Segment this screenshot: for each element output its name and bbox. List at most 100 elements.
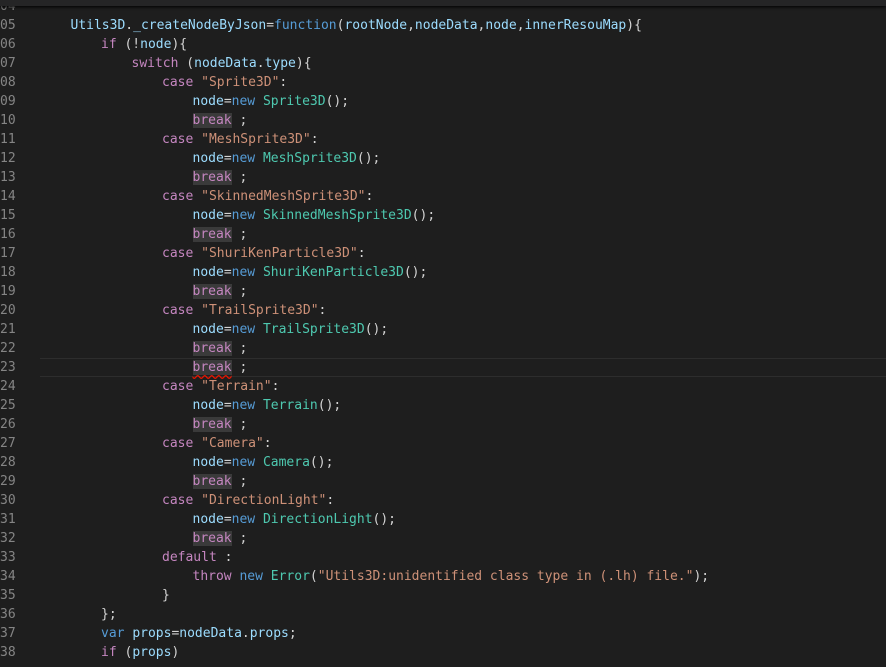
line-number: 26 — [0, 417, 16, 432]
code-line[interactable]: 36}; — [0, 605, 886, 624]
line-number: 16 — [0, 227, 16, 242]
code-text[interactable]: break ; — [192, 111, 247, 130]
code-token-keyword: new — [231, 94, 256, 109]
code-line[interactable]: 05 Utils3D._createNodeByJson=function(roo… — [0, 16, 886, 35]
code-text[interactable]: break ; — [192, 415, 247, 434]
code-line[interactable]: 09 node=new Sprite3D(); — [0, 92, 886, 111]
code-text[interactable]: } — [162, 586, 170, 605]
line-number: 28 — [0, 455, 16, 470]
code-text[interactable]: node=new TrailSprite3D(); — [193, 320, 389, 339]
code-token-plain: ; — [288, 626, 297, 641]
line-number: 34 — [0, 569, 16, 584]
code-lines[interactable]: 04 05 Utils3D._createNodeByJson=function(r… — [0, 0, 886, 662]
code-text[interactable]: throw new Error("Utils3D:unidentified cl… — [193, 567, 710, 586]
code-line[interactable]: 11 case "MeshSprite3D": — [0, 130, 886, 149]
code-line[interactable]: 35} — [0, 586, 886, 605]
code-text[interactable]: case "ShuriKenParticle3D": — [162, 244, 366, 263]
code-token-plain: : — [326, 493, 335, 508]
code-text[interactable]: switch (nodeData.type){ — [132, 54, 312, 73]
code-line[interactable]: 14 case "SkinnedMeshSprite3D": — [0, 187, 886, 206]
code-line[interactable]: 18 node=new ShuriKenParticle3D(); — [0, 263, 886, 282]
code-text[interactable]: case "DirectionLight": — [162, 491, 334, 510]
code-text[interactable]: break ; — [192, 529, 247, 548]
code-text[interactable]: node=new Sprite3D(); — [193, 92, 350, 111]
code-text[interactable]: case "SkinnedMeshSprite3D": — [162, 187, 373, 206]
code-text[interactable]: node=new MeshSprite3D(); — [193, 149, 381, 168]
code-text[interactable]: break ; — [192, 282, 247, 301]
code-text[interactable]: break ; — [192, 472, 247, 491]
code-text[interactable]: break ; — [192, 339, 247, 358]
code-token-variable: node — [192, 512, 224, 527]
code-text[interactable]: var props=nodeData.props; — [101, 624, 297, 643]
code-line[interactable]: 27 case "Camera": — [0, 434, 886, 453]
code-token-plain: : — [365, 189, 374, 204]
code-line[interactable]: 34 throw new Error("Utils3D:unidentified … — [0, 567, 886, 586]
code-line[interactable]: 24 case "Terrain": — [0, 377, 886, 396]
code-line[interactable]: 29 break ; — [0, 472, 886, 491]
code-text[interactable]: case "TrailSprite3D": — [162, 301, 326, 320]
code-line[interactable]: 37 var props=nodeData.props; — [0, 624, 886, 643]
code-text[interactable]: case "MeshSprite3D": — [162, 130, 319, 149]
code-line[interactable]: 07 switch (nodeData.type){ — [0, 54, 886, 73]
code-text[interactable]: break ; — [192, 225, 247, 244]
code-text[interactable]: case "Sprite3D": — [162, 73, 287, 92]
code-token-string: "Terrain" — [201, 379, 272, 394]
code-text[interactable]: node=new Terrain(); — [193, 396, 342, 415]
code-token-class: Terrain — [262, 398, 318, 413]
code-text[interactable]: break ; — [192, 168, 247, 187]
code-line[interactable]: 15 node=new SkinnedMeshSprite3D(); — [0, 206, 886, 225]
code-text[interactable]: break ; — [192, 358, 248, 377]
code-text[interactable]: default : — [162, 548, 232, 567]
code-line[interactable]: 22 break ; — [0, 339, 886, 358]
code-token-plain: ){ — [295, 56, 312, 71]
code-text[interactable]: case "Camera": — [162, 434, 272, 453]
code-line[interactable]: 30 case "DirectionLight": — [0, 491, 886, 510]
code-token-plain: : — [357, 246, 366, 261]
code-line[interactable]: 38 if (props) — [0, 643, 886, 662]
code-text[interactable]: }; — [101, 605, 117, 624]
code-line[interactable]: 33 default : — [0, 548, 886, 567]
code-token-control: case — [162, 303, 194, 318]
code-line[interactable]: 26 break ; — [0, 415, 886, 434]
code-text[interactable]: case "Terrain": — [162, 377, 279, 396]
code-token-string: "Sprite3D" — [201, 75, 280, 90]
code-text[interactable]: if (props) — [101, 643, 179, 662]
code-line[interactable]: 08 case "Sprite3D": — [0, 73, 886, 92]
code-line[interactable]: 12 node=new MeshSprite3D(); — [0, 149, 886, 168]
code-token-plain: } — [162, 588, 170, 603]
code-line[interactable]: 32 break ; — [0, 529, 886, 548]
code-token-variable: node — [192, 398, 224, 413]
code-text[interactable]: node=new DirectionLight(); — [193, 510, 397, 529]
code-token-plain: (); — [325, 94, 350, 109]
code-line[interactable]: 28 node=new Camera(); — [0, 453, 886, 472]
code-line[interactable]: 21 node=new TrailSprite3D(); — [0, 320, 886, 339]
code-line[interactable]: 17 case "ShuriKenParticle3D": — [0, 244, 886, 263]
code-token-plain: , — [407, 18, 415, 33]
code-text[interactable]: if (!node){ — [101, 35, 187, 54]
code-text[interactable]: node=new ShuriKenParticle3D(); — [193, 263, 428, 282]
code-line[interactable]: 20 case "TrailSprite3D": — [0, 301, 886, 320]
code-token-plain: (); — [372, 512, 397, 527]
code-token-plain: : — [216, 550, 233, 565]
code-line[interactable]: 25 node=new Terrain(); — [0, 396, 886, 415]
code-token-control: case — [162, 189, 194, 204]
code-token-plain: ; — [231, 360, 248, 375]
code-line[interactable]: 23 break ; — [0, 358, 886, 377]
code-line[interactable]: 10 break ; — [0, 111, 886, 130]
code-line[interactable]: 13 break ; — [0, 168, 886, 187]
code-text[interactable]: node=new Camera(); — [193, 453, 334, 472]
code-token-plain: , — [516, 18, 525, 33]
code-line[interactable]: 31 node=new DirectionLight(); — [0, 510, 886, 529]
code-editor[interactable]: 04 05 Utils3D._createNodeByJson=function(r… — [0, 0, 886, 667]
code-token-variable: nodeData — [194, 56, 257, 71]
code-line[interactable]: 06 if (!node){ — [0, 35, 886, 54]
code-text[interactable]: Utils3D._createNodeByJson=function(rootN… — [71, 16, 642, 35]
code-token-keyword: new — [231, 512, 256, 527]
code-line[interactable]: 16 break ; — [0, 225, 886, 244]
code-token-control: case — [162, 75, 194, 90]
code-line[interactable]: 19 break ; — [0, 282, 886, 301]
code-text[interactable]: node=new SkinnedMeshSprite3D(); — [193, 206, 436, 225]
